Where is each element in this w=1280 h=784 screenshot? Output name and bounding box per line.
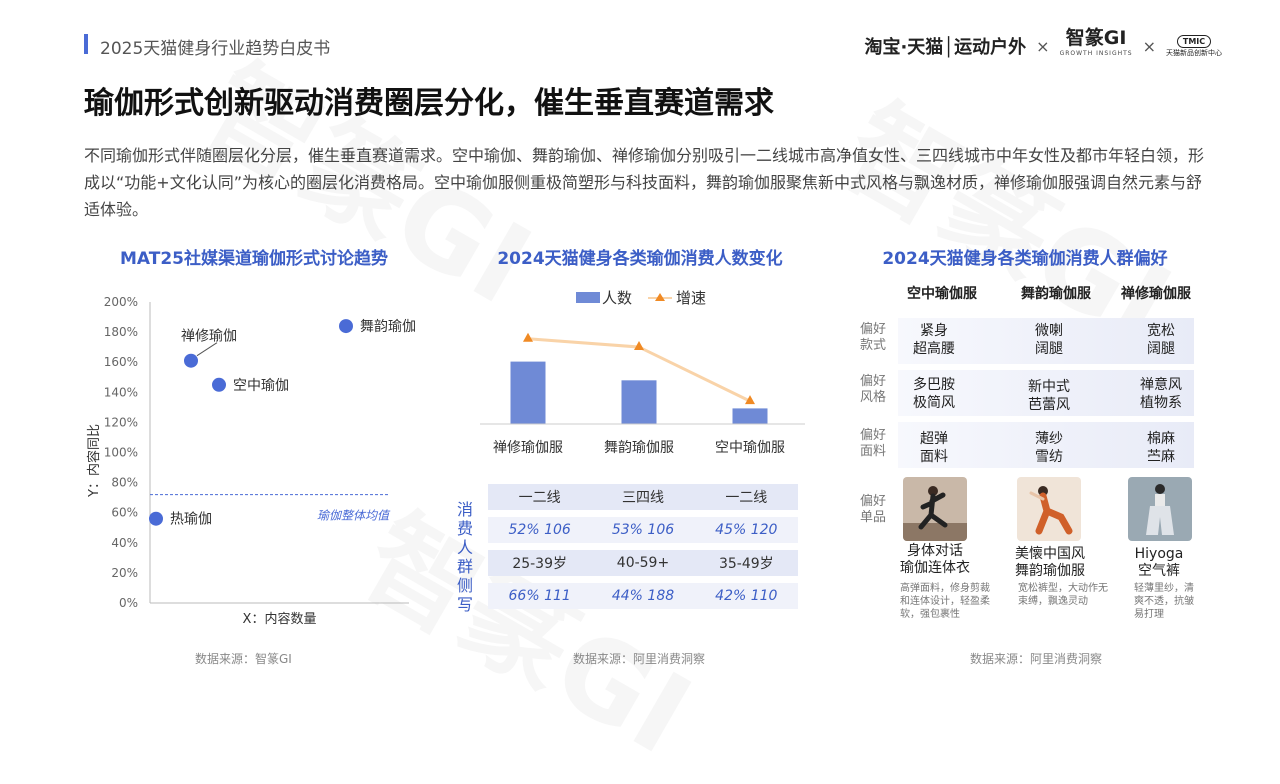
point-label: 舞韵瑜伽 (360, 319, 416, 335)
point-label: 热瑜伽 (170, 512, 212, 528)
x-tick-label: 舞韵瑜伽服 (604, 440, 674, 456)
preference-cell: 新中式 芭蕾风 (1028, 379, 1070, 413)
legend-label: 增速 (676, 289, 706, 307)
legend-swatch-count (576, 292, 600, 303)
logo-separator: × (1036, 36, 1050, 56)
preference-cell: 宽松 阔腿 (1147, 323, 1175, 357)
data-source-3: 数据来源：阿里消费洞察 (970, 652, 1103, 666)
table-cell: 一二线 (518, 490, 561, 506)
scatter-chart: 0% 20% 40% 60% 80% 100% 120% 140% 160% 180% 200% 瑜伽… (86, 295, 416, 627)
bar (510, 361, 546, 424)
table-cell: 三四线 (621, 490, 664, 506)
y-tick-label: 180% (104, 325, 138, 339)
data-source-1: 数据来源：智篆GI (195, 652, 292, 666)
y-tick-label: 80% (111, 476, 138, 490)
scatter-point (149, 511, 163, 526)
logo-separator: × (1142, 36, 1156, 56)
product-image-dance-wear (1017, 477, 1081, 541)
preference-cell: 微喇 阔腿 (1035, 323, 1063, 357)
data-source-2: 数据来源：阿里消费洞察 (573, 652, 706, 666)
product-description: 高弹面料，修身剪裁和连体设计，轻盈柔软，强包裹性 (900, 583, 990, 620)
y-tick-label: 120% (104, 415, 138, 429)
y-tick-label: 40% (111, 536, 138, 550)
table-cell: 44% 188 (611, 588, 675, 604)
table-row: 66% 111 44% 188 42% 110 (488, 583, 798, 609)
product-name: 身体对话 瑜伽连体衣 (900, 543, 970, 576)
zhizhuan-logo: 智篆GI GROWTH INSIGHTS (1059, 27, 1133, 58)
preference-cell: 紧身 超高腰 (913, 323, 955, 357)
table-cell: 40-59+ (616, 555, 670, 571)
preference-cell: 多巴胺 极简风 (913, 377, 955, 411)
x-axis-label: X：内容数量 (243, 611, 317, 627)
report-title: 2025天猫健身行业趋势白皮书 (100, 39, 331, 59)
product-name: Hiyoga 空气裤 (1134, 546, 1184, 579)
product-description: 宽松裤型，大动作无束缚，飘逸灵动 (1018, 583, 1108, 607)
point-label: 禅修瑜伽 (181, 329, 237, 345)
consumer-profile-label: 消费人群侧写 (456, 500, 473, 614)
scatter-point (184, 353, 198, 368)
y-tick-label: 20% (111, 566, 138, 580)
y-tick-label: 60% (111, 506, 138, 520)
reference-line-label: 瑜伽整体均值 (317, 509, 391, 523)
table-row: 25-39岁 40-59+ 35-49岁 (488, 550, 798, 576)
bar (621, 380, 657, 424)
column-header: 禅修瑜伽服 (1121, 286, 1191, 302)
scatter-point (212, 377, 226, 392)
y-tick-label: 140% (104, 385, 138, 399)
bar-chart-title: 2024天猫健身各类瑜伽消费人数变化 (497, 249, 783, 269)
scatter-chart-title: MAT25社媒渠道瑜伽形式讨论趋势 (119, 249, 388, 269)
column-header: 空中瑜伽服 (907, 286, 977, 302)
legend-label: 人数 (602, 289, 632, 307)
table-cell: 一二线 (725, 490, 768, 506)
table-cell: 45% 120 (715, 522, 778, 538)
bar-line-chart: 人数 增速禅修瑜伽服 舞韵瑜伽服 空中瑜伽服 (480, 289, 805, 456)
table-cell: 35-49岁 (718, 556, 774, 572)
y-tick-label: 100% (104, 446, 138, 460)
product-description: 轻薄里纱，清爽不透，抗皱易打理 (1134, 583, 1194, 620)
preference-title: 2024天猫健身各类瑜伽消费人群偏好 (882, 249, 1168, 269)
preference-cell: 禅意风 植物系 (1140, 377, 1182, 411)
table-cell: 25-39岁 (512, 556, 567, 572)
table-cell: 42% 110 (715, 588, 778, 604)
scatter-point (339, 319, 353, 334)
row-label: 偏好单品 (859, 494, 886, 525)
preference-cell: 薄纱 雪纺 (1035, 431, 1063, 465)
y-tick-label: 0% (119, 596, 138, 610)
table-cell: 53% 106 (611, 522, 675, 538)
table-row: 一二线 三四线 一二线 (488, 484, 798, 510)
preference-cell: 棉麻 苎麻 (1147, 431, 1175, 465)
table-row: 52% 106 53% 106 45% 120 (488, 517, 798, 543)
page-description: 不同瑜伽形式伴随圈层化分层，催生垂直赛道需求。空中瑜伽、舞韵瑜伽、禅修瑜伽分别吸… (84, 146, 1205, 219)
y-tick-label: 200% (104, 295, 138, 309)
column-header: 舞韵瑜伽服 (1021, 286, 1091, 302)
preference-cell: 超弹 面料 (920, 431, 948, 465)
partner-logos: 淘宝·天猫│运动户外 × 智篆GI GROWTH INSIGHTS × TMIC 天… (864, 27, 1222, 62)
table-cell: 52% 106 (508, 522, 571, 538)
x-tick-label: 禅修瑜伽服 (493, 440, 563, 456)
bar (732, 408, 768, 424)
y-axis-label: Y：内容同比 (86, 424, 102, 498)
y-tick-label: 160% (104, 355, 138, 369)
product-image-air-pants (1128, 477, 1192, 541)
table-cell: 66% 111 (508, 588, 571, 604)
tmic-logo: TMIC 天猫新品创新中心 (1166, 34, 1222, 57)
consumer-profile-table: 一二线 三四线 一二线 52% 106 53% 106 45% 120 25-3… (488, 484, 798, 616)
point-label: 空中瑜伽 (233, 378, 289, 394)
growth-marker (523, 332, 533, 342)
product-name: 美懐中国风 舞韵瑜伽服 (1015, 546, 1085, 579)
x-tick-label: 空中瑜伽服 (715, 440, 785, 456)
header-accent-bar (84, 34, 88, 54)
taobao-tmall-logo: 淘宝·天猫│运动户外 (864, 37, 1027, 58)
page-title: 瑜伽形式创新驱动消费圈层分化，催生垂直赛道需求 (84, 86, 774, 121)
product-image-bodysuit (903, 477, 967, 541)
